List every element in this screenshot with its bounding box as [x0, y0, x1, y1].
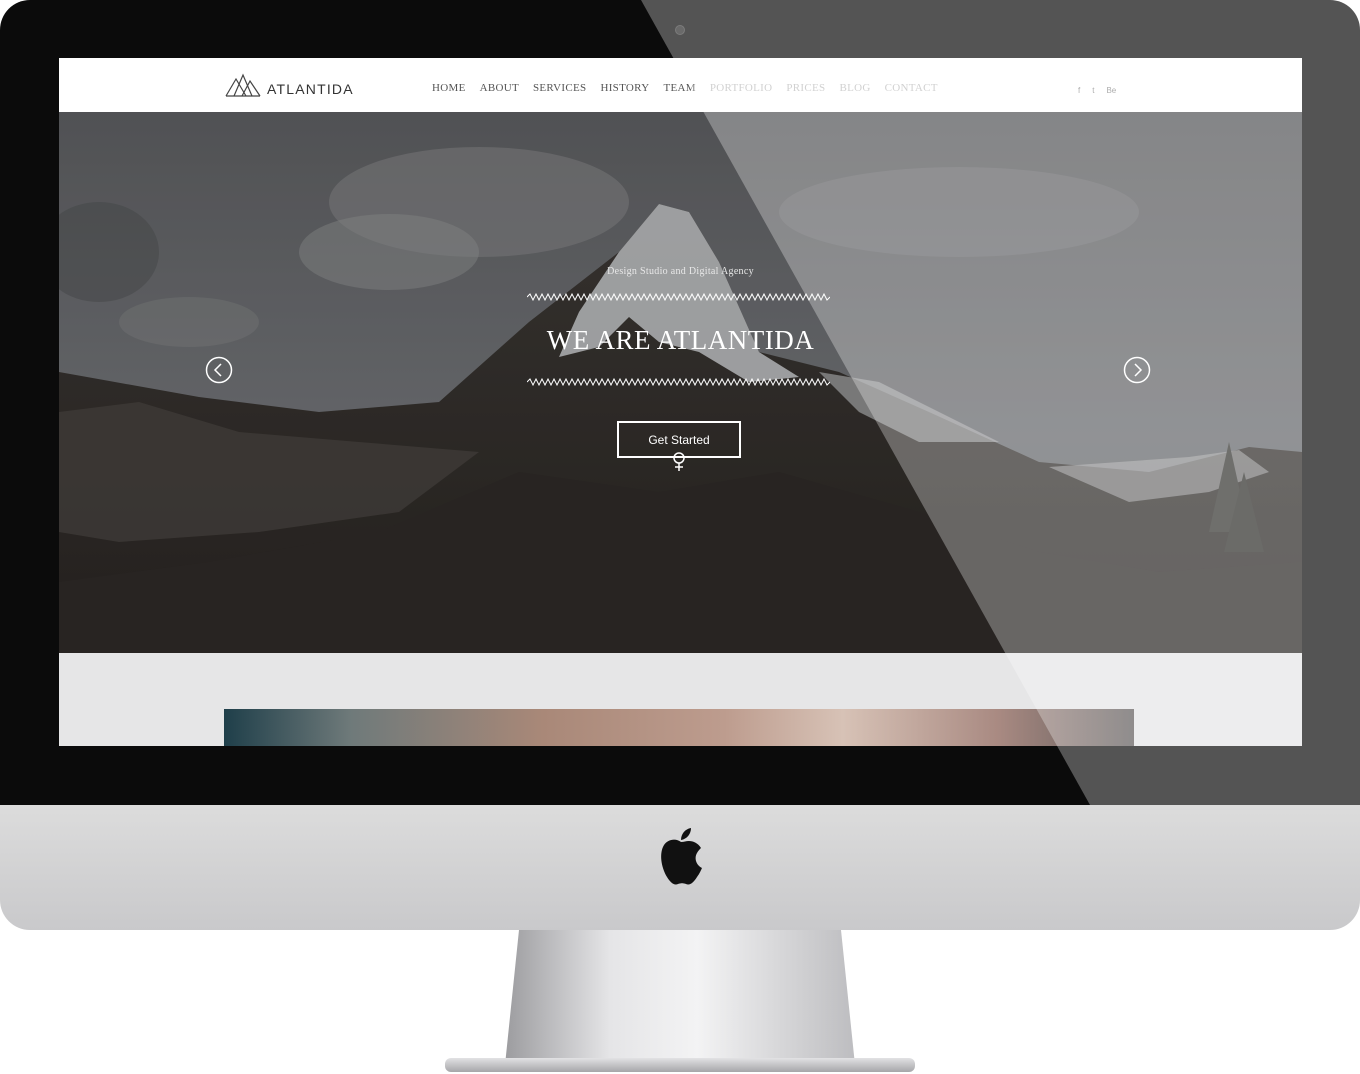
scroll-down-icon[interactable] — [672, 452, 686, 472]
nav-portfolio[interactable]: PORTFOLIO — [710, 82, 773, 94]
slider-next-arrow-icon[interactable] — [1123, 356, 1151, 384]
hero-headline: WE ARE ATLANTIDA — [546, 325, 815, 355]
site-logo-text[interactable]: ATLANTIDA — [267, 81, 354, 97]
nav-home[interactable]: HOME — [432, 82, 466, 94]
camera-icon — [675, 25, 685, 35]
site-header: ATLANTIDA HOME ABOUT SERVICES HISTORY TE… — [59, 58, 1302, 112]
imac-mockup: ATLANTIDA HOME ABOUT SERVICES HISTORY TE… — [0, 0, 1360, 1074]
nav-prices[interactable]: PRICES — [786, 82, 825, 94]
behance-icon[interactable]: Be — [1106, 86, 1116, 95]
mountain-logo-icon[interactable] — [225, 73, 261, 97]
monitor-stand — [505, 930, 855, 1065]
nav-contact[interactable]: CONTACT — [885, 82, 938, 94]
apple-logo-icon — [661, 828, 702, 885]
nav-services[interactable]: SERVICES — [533, 82, 586, 94]
hero-slider: Design Studio and Digital Agency WE ARE … — [59, 112, 1302, 653]
twitter-icon[interactable]: t — [1092, 86, 1094, 95]
social-links: f t Be — [1078, 86, 1116, 95]
nav-about[interactable]: ABOUT — [480, 82, 519, 94]
monitor-base — [445, 1058, 915, 1072]
zigzag-divider-bottom — [527, 378, 830, 386]
hero-subtitle: Design Studio and Digital Agency — [607, 266, 754, 277]
zigzag-divider-top — [527, 293, 830, 301]
section-preview-image — [224, 709, 1134, 746]
next-section — [59, 653, 1302, 746]
facebook-icon[interactable]: f — [1078, 86, 1080, 95]
website-screen: ATLANTIDA HOME ABOUT SERVICES HISTORY TE… — [59, 58, 1302, 746]
nav-blog[interactable]: BLOG — [839, 82, 870, 94]
nav-team[interactable]: TEAM — [663, 82, 695, 94]
nav-history[interactable]: HISTORY — [600, 82, 649, 94]
slider-prev-arrow-icon[interactable] — [205, 356, 233, 384]
main-nav: HOME ABOUT SERVICES HISTORY TEAM PORTFOL… — [432, 82, 938, 94]
